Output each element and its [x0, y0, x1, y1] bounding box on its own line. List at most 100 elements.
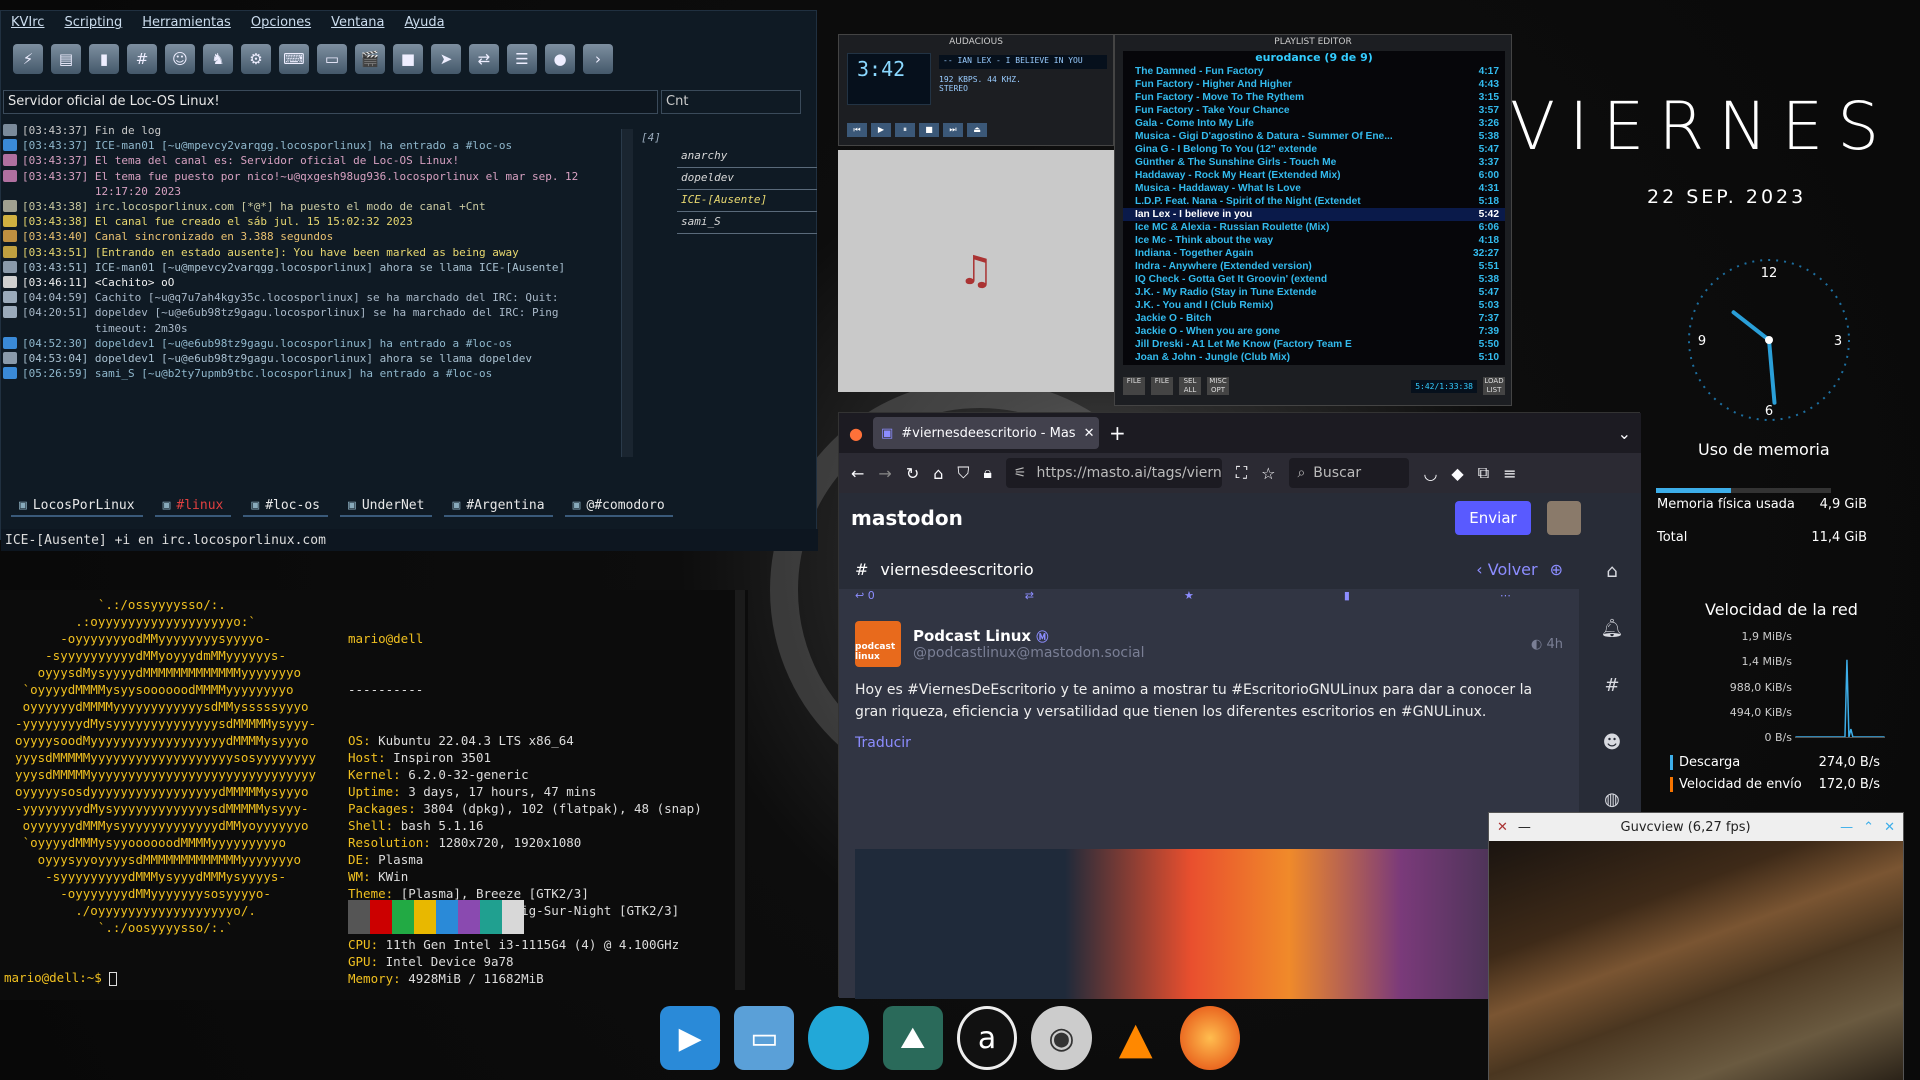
author-handle[interactable]: @podcastlinux@mastodon.social	[913, 645, 1144, 661]
search-box[interactable]: ⌕ Buscar	[1289, 458, 1410, 488]
select-all-button[interactable]: SEL ALL	[1179, 377, 1201, 395]
bomb-icon[interactable]: ●	[545, 44, 575, 74]
identity-icon[interactable]: ☺	[165, 44, 195, 74]
server-icon[interactable]: ▤	[51, 44, 81, 74]
translate-link[interactable]: Traducir	[855, 735, 1563, 751]
reload-icon[interactable]: ↻	[906, 464, 919, 483]
playlist-item[interactable]: Gina G - I Belong To You (12" extende 5:4…	[1123, 143, 1505, 156]
playlist-item[interactable]: Fun Factory - Take Your Chance 3:57	[1123, 104, 1505, 117]
boost-icon[interactable]: ⇄	[1025, 589, 1034, 605]
shell-prompt[interactable]: mario@dell:~$	[4, 970, 118, 986]
window-tab[interactable]: ▣ #loc-os	[243, 495, 328, 517]
bookmark-star-icon[interactable]: ☆	[1261, 464, 1275, 483]
extensions-puzzle-icon[interactable]: ⧉	[1478, 463, 1489, 483]
author-name[interactable]: Podcast Linux Ⓜ	[913, 627, 1144, 645]
tab-list-icon[interactable]: ⌄	[1618, 424, 1631, 443]
follow-hashtag-icon[interactable]: ⊕	[1550, 560, 1563, 579]
playlist-item[interactable]: Haddaway - Rock My Heart (Extended Mix) 6…	[1123, 169, 1505, 182]
bookmark-icon[interactable]: ▮	[1344, 589, 1350, 605]
status-post[interactable]: podcast linux Podcast Linux Ⓜ @podcastli…	[839, 605, 1579, 767]
playlist-item[interactable]: Jackie O - Bitch 7:37	[1123, 312, 1505, 325]
playlist-item[interactable]: Musica - Gigi D'agostino & Datura - Summ…	[1123, 130, 1505, 143]
explore-hashtag-icon[interactable]: #	[1604, 675, 1619, 696]
menu-kvirc[interactable]: KVIrc	[11, 15, 44, 35]
log-icon[interactable]: ☰	[507, 44, 537, 74]
playlist-item[interactable]: Jill Dreski - A1 Let Me Know (Factory Te…	[1123, 338, 1505, 351]
eject-icon[interactable]: ⏏	[967, 123, 987, 137]
new-tab-icon[interactable]: +	[1109, 421, 1126, 445]
translate-icon[interactable]: ⛶	[1236, 463, 1247, 483]
user-list-item[interactable]: dopeldev	[677, 168, 817, 190]
firefox-view-icon[interactable]: ●	[849, 424, 863, 443]
guvcview-titlebar[interactable]: ✕ — Guvcview (6,27 fps) — ⌃ ✕	[1489, 813, 1903, 841]
vlc-icon[interactable]: ▲	[1106, 1006, 1166, 1070]
play-icon[interactable]: ▶	[871, 123, 891, 137]
playlist-item[interactable]: J.K. - My Radio (Stay in Tune Extende 5:4…	[1123, 286, 1505, 299]
window-tab[interactable]: ▣ @#comodoro	[564, 495, 673, 517]
channel-mode-field[interactable]: Cnt	[661, 90, 801, 114]
away-icon[interactable]: ♞	[203, 44, 233, 74]
files-icon[interactable]: ▭	[734, 1006, 795, 1070]
more-icon[interactable]: ⋯	[1500, 589, 1511, 605]
federated-globe-icon[interactable]: ◍	[1604, 789, 1620, 810]
window-tab[interactable]: ▣ UnderNet	[340, 495, 433, 517]
elapsed-time[interactable]: 3:42	[857, 57, 905, 81]
hamburger-menu-icon[interactable]: ≡	[1503, 464, 1516, 483]
playlist-item[interactable]: Ian Lex - I believe in you 5:42	[1123, 208, 1505, 221]
clapper-icon[interactable]: 🎬	[355, 44, 385, 74]
chat-scrollbar[interactable]	[621, 129, 633, 457]
list-icon[interactable]: ▮	[89, 44, 119, 74]
channel-icon[interactable]: #	[127, 44, 157, 74]
post-time[interactable]: ◐ 4h	[1531, 637, 1563, 652]
menu-ayuda[interactable]: Ayuda	[404, 15, 444, 35]
menu-scripting[interactable]: Scripting	[64, 15, 122, 35]
user-list-item[interactable]: sami_S	[677, 212, 817, 234]
playlist-item[interactable]: Günther & The Sunshine Girls - Touch Me 3…	[1123, 156, 1505, 169]
playlist-item[interactable]: Indra - Anywhere (Extended version) 5:51	[1123, 260, 1505, 273]
publish-button[interactable]: Enviar	[1455, 501, 1531, 535]
transfer-icon[interactable]: ⇄	[469, 44, 499, 74]
chevron-right-icon[interactable]: ›	[583, 44, 613, 74]
pocket-icon[interactable]: ◡	[1423, 464, 1437, 483]
window-tab[interactable]: ▣ #linux	[154, 495, 232, 517]
menu-opciones[interactable]: Opciones	[251, 15, 311, 35]
post-screenshot-image[interactable]	[855, 849, 1555, 999]
minimize-icon[interactable]: —	[1840, 820, 1853, 835]
load-list-button[interactable]: LOAD LIST	[1483, 377, 1505, 395]
permissions-icon[interactable]: ⚟	[1014, 465, 1027, 481]
window-tab[interactable]: ▣ #Argentina	[444, 495, 553, 517]
playlist-item[interactable]: Jackie O - When you are gone 7:39	[1123, 325, 1505, 338]
playlist-item[interactable]: Fun Factory - Higher And Higher 4:43	[1123, 78, 1505, 91]
shield-icon[interactable]: ⛉	[957, 463, 969, 483]
home-icon[interactable]: ⌂	[933, 464, 943, 483]
home-nav-icon[interactable]: ⌂	[1606, 561, 1617, 582]
playlist-item[interactable]: Ice Mc - Think about the way 4:18	[1123, 234, 1505, 247]
playlist-item[interactable]: J.K. - You and I (Club Remix) 5:03	[1123, 299, 1505, 312]
playlist-item[interactable]: Musica - Haddaway - What Is Love 4:31	[1123, 182, 1505, 195]
mastodon-logo[interactable]: mastodon	[851, 506, 963, 530]
window-tab[interactable]: ▣ LocosPorLinux	[11, 495, 143, 517]
channel-topic[interactable]: Servidor oficial de Loc-OS Linux!	[3, 90, 658, 114]
misc-options-button[interactable]: MISC OPT	[1207, 377, 1229, 395]
playlist-item[interactable]: Joan & John - Jungle (Club Mix) 5:10	[1123, 351, 1505, 364]
send-icon[interactable]: ➤	[431, 44, 461, 74]
user-list-item[interactable]: ICE-[Ausente]	[677, 190, 817, 212]
connect-icon[interactable]: ⚡	[13, 44, 43, 74]
remove-file-button[interactable]: FILE	[1151, 377, 1173, 395]
user-list-item[interactable]: anarchy	[677, 146, 817, 168]
playlist-item[interactable]: Indiana - Together Again 32:27	[1123, 247, 1505, 260]
tab-mastodon[interactable]: ▣ #viernesdeescritorio - Mas ✕	[872, 417, 1099, 449]
previous-icon[interactable]: ⏮	[847, 123, 867, 137]
maximize-icon[interactable]: ⌃	[1863, 820, 1874, 835]
author-avatar[interactable]: podcast linux	[855, 621, 901, 667]
reply-icon[interactable]: ↩ 0	[855, 589, 875, 605]
lock-icon[interactable]: 🔒︎	[983, 463, 992, 483]
back-icon[interactable]: ←	[851, 464, 864, 483]
firefox-icon[interactable]	[1179, 1006, 1240, 1070]
pause-icon[interactable]: ⏸	[895, 123, 915, 137]
playlist-item[interactable]: L.D.P. Feat. Nana - Spirit of the Night …	[1123, 195, 1505, 208]
back-button[interactable]: ‹ Volver	[1476, 560, 1537, 579]
playlist-item[interactable]: IQ Check - Gotta Get It Groovin' (extend…	[1123, 273, 1505, 286]
url-bar[interactable]: ⚟ https://masto.ai/tags/vierne	[1005, 458, 1222, 488]
browser-sphere-icon[interactable]	[808, 1006, 869, 1070]
